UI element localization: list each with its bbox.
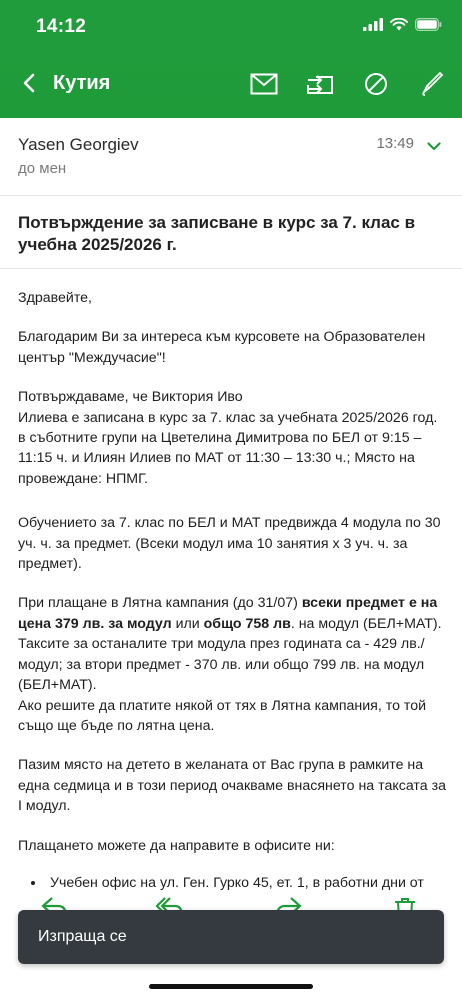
- move-to-folder-icon: [307, 75, 333, 94]
- wifi-icon: [390, 18, 408, 31]
- nav-bar: Кутия: [0, 62, 462, 106]
- price-text-c: или: [171, 615, 204, 632]
- message-time: 13:49: [376, 135, 414, 152]
- price-text-a: При плащане в Лятна кампания (до 31/07): [18, 595, 302, 612]
- greeting: Здравейте,: [18, 290, 92, 306]
- message-subject: Потвърждение за записване в курс за 7. к…: [18, 213, 416, 254]
- confirmation-rest: Илиева е записана в курс за 7. клас за у…: [18, 409, 438, 487]
- message-body: Здравейте, Благодарим Ви за интереса към…: [18, 288, 448, 914]
- spam-button[interactable]: [360, 68, 392, 100]
- price-text-e: . на модул (БЕЛ+МАТ).: [290, 615, 442, 632]
- sender-name[interactable]: Yasen Georgiev: [18, 135, 139, 155]
- paragraph-prices: При плащане в Лятна кампания (до 31/07) …: [18, 593, 448, 736]
- edit-button[interactable]: [416, 68, 448, 100]
- divider: [0, 268, 462, 269]
- sender-block: Yasen Georgiev до мен 13:49: [0, 118, 462, 196]
- paragraph-payment: Плащането можете да направите в офисите …: [18, 837, 335, 854]
- home-indicator[interactable]: [149, 984, 313, 989]
- price-text-h: Ако решите да платите някой от тях в Лят…: [18, 697, 427, 734]
- price-bold-d: общо 758 лв: [203, 615, 291, 632]
- paragraph-modules: Обучението за 7. клас по БЕЛ и МАТ предв…: [18, 515, 441, 573]
- status-icons: [363, 18, 442, 31]
- chevron-left-icon: [23, 73, 35, 93]
- status-bar: 14:12: [0, 14, 462, 42]
- status-time: 14:12: [36, 16, 87, 37]
- mark-unread-button[interactable]: [248, 68, 280, 100]
- app-header: 14:12 Кутия: [0, 0, 462, 118]
- sending-toast: Изпраща се: [18, 910, 444, 964]
- toast-text: Изпраща се: [38, 928, 127, 945]
- battery-icon: [415, 18, 442, 31]
- recipient-label[interactable]: до мен: [18, 160, 66, 177]
- nav-actions: [248, 68, 448, 100]
- nav-title: Кутия: [53, 72, 111, 94]
- signal-icon: [363, 18, 383, 31]
- block-icon: [365, 73, 387, 95]
- paragraph-reservation: Пазим място на детето в желаната от Вас …: [18, 757, 446, 815]
- expand-details-button[interactable]: [424, 136, 444, 156]
- back-button[interactable]: [14, 68, 44, 98]
- chevron-down-icon: [427, 141, 441, 150]
- confirmation-line1: Потвърждаваме, че Виктория Иво: [18, 389, 243, 406]
- mail-icon: [250, 73, 278, 95]
- pen-icon: [422, 71, 444, 96]
- paragraph-confirmation: Потвърждаваме, че Виктория Иво Илиева е …: [18, 387, 448, 489]
- move-button[interactable]: [304, 68, 336, 100]
- paragraph-thanks: Благодарим Ви за интереса към курсовете …: [18, 329, 426, 366]
